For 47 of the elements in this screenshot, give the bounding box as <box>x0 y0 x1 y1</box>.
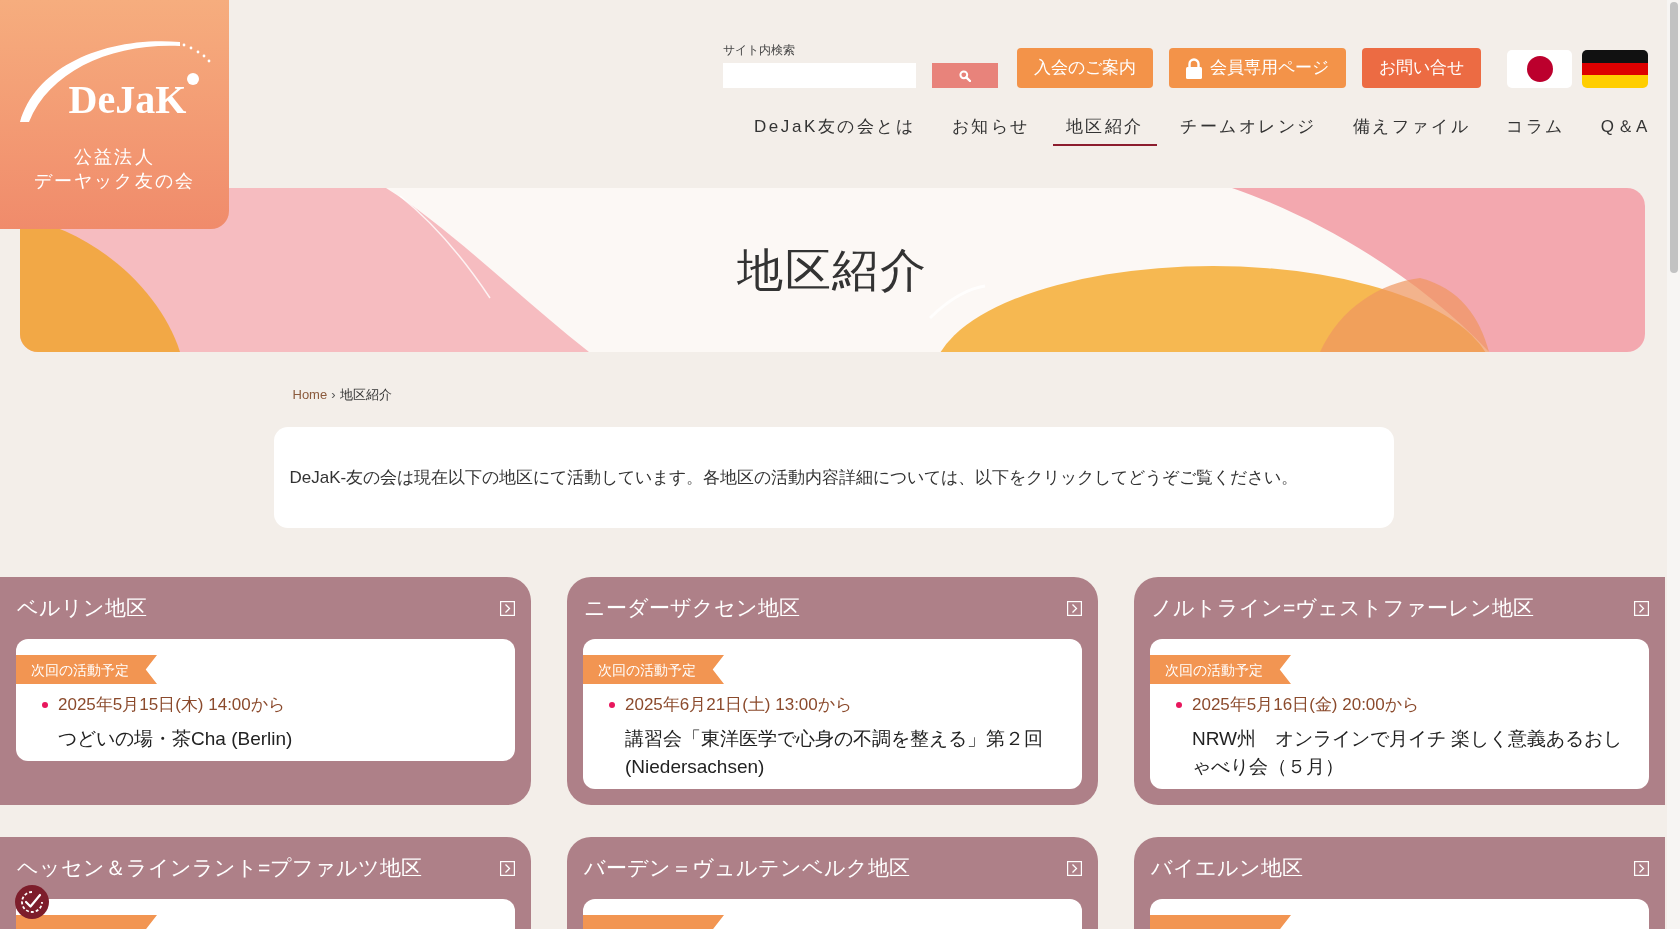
breadcrumb-separator: › <box>331 386 336 404</box>
breadcrumb-current: 地区紹介 <box>339 386 392 404</box>
chevron-box-icon[interactable] <box>500 600 515 616</box>
nav-tab[interactable]: Q＆A <box>1587 111 1663 146</box>
scrollbar-thumb[interactable] <box>1669 2 1678 273</box>
ribbon-label: 次回の活動予定 <box>598 660 696 679</box>
japanese-flag-icon[interactable] <box>1507 50 1572 88</box>
page-title: 地区紹介 <box>736 242 929 298</box>
schedule-date: 2025年5月15日(木) 14:00から <box>58 694 285 716</box>
nav-tab[interactable]: 地区紹介 <box>1052 111 1157 146</box>
region-name: バーデン＝ヴュルテンベルク地区 <box>583 855 910 881</box>
ribbon-label: 次回の活動予定 <box>31 660 129 679</box>
nav-tab[interactable]: チームオレンジ <box>1166 111 1330 146</box>
chevron-box-icon[interactable] <box>1067 860 1082 876</box>
nav-tab[interactable]: 備えファイル <box>1339 111 1484 146</box>
chevron-box-icon[interactable] <box>1634 860 1649 876</box>
ribbon-label: 次回の活動予定 <box>1165 660 1263 679</box>
check-badge-icon[interactable] <box>15 885 49 919</box>
region-card[interactable]: ノルトライン=ヴェストファーレン地区 次回の活動予定 2025年5月16日(金) 20:00から NRW州 オンラインで月イチ 楽しく意義あるおしゃべり会（５月） <box>1134 577 1665 805</box>
search-icon <box>959 69 971 82</box>
region-card[interactable]: ニーダーザクセン地区 次回の活動予定 2025年6月21日(土) 13:00から 講習会「東洋医学で心身の不調を整える」第２回(Niedersachsen) <box>567 577 1098 805</box>
event-title[interactable]: NRW州 オンラインで月イチ 楽しく意義あるおしゃべり会（５月） <box>1150 725 1649 781</box>
region-name: ニーダーザクセン地区 <box>583 595 800 621</box>
logo-subtitle: 公益法人 <box>74 146 155 169</box>
search-label: サイト内検索 <box>723 43 796 57</box>
region-name: バイエルン地区 <box>1150 855 1303 881</box>
schedule-date: 2025年6月21日(土) 13:00から <box>625 694 852 716</box>
logo-wordmark: DeJaK <box>68 78 187 122</box>
intro-text: DeJaK-友の会は現在以下の地区にて活動しています。各地区の活動内容詳細については、以下をクリックしてどうぞご覧ください。 <box>289 466 1299 489</box>
german-flag-icon[interactable] <box>1582 50 1648 88</box>
nav-tab[interactable]: お知らせ <box>938 111 1043 146</box>
event-title[interactable]: 講習会「東洋医学で心身の不調を整える」第２回(Niedersachsen) <box>583 725 1082 781</box>
region-name: ヘッセン＆ラインラント=プファルツ地区 <box>16 855 423 881</box>
search-button[interactable] <box>932 63 998 88</box>
breadcrumb-link[interactable]: Home <box>292 386 328 404</box>
logo-subtitle: デーヤック友の会 <box>33 170 196 193</box>
schedule-date: 2025年5月16日(金) 20:00から <box>1192 694 1419 716</box>
region-name: ノルトライン=ヴェストファーレン地区 <box>1150 595 1535 621</box>
nav-tab[interactable]: DeJaK友の会とは <box>741 111 929 146</box>
lock-icon <box>1186 57 1202 79</box>
region-name: ベルリン地区 <box>16 595 147 621</box>
event-title[interactable]: つどいの場・茶Cha (Berlin) <box>16 725 515 753</box>
chevron-box-icon[interactable] <box>500 860 515 876</box>
region-card[interactable]: ベルリン地区 次回の活動予定 2025年5月15日(木) 14:00から つどいの場・茶Cha (Berlin) <box>0 577 531 805</box>
chevron-box-icon[interactable] <box>1634 600 1649 616</box>
nav-tab[interactable]: コラム <box>1493 111 1578 146</box>
chevron-box-icon[interactable] <box>1067 600 1082 616</box>
